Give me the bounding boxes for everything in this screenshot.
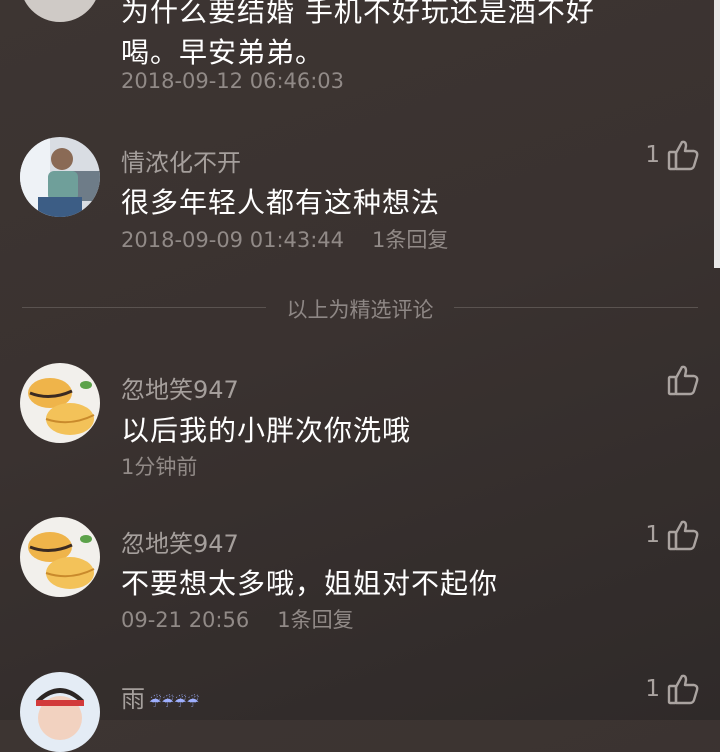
like-count: 1 [645, 522, 660, 548]
comment-time: 2018-09-12 06:46:03 [121, 69, 345, 93]
comment-username[interactable]: 忽地笑947 [121, 370, 239, 405]
like-button[interactable]: 1 [645, 138, 700, 172]
comment-time: 2018-09-09 01:43:44 [121, 228, 345, 252]
comment-username[interactable]: 情浓化不开 [121, 143, 241, 178]
like-count: 1 [645, 142, 660, 168]
comment-time: 1分钟前 [121, 455, 198, 479]
divider-label: 以上为精选评论 [286, 298, 434, 322]
avatar[interactable] [20, 672, 100, 752]
comment-text: 以后我的小胖次你洗哦 [121, 414, 412, 447]
like-button[interactable] [660, 363, 700, 397]
scrollbar[interactable] [714, 0, 720, 268]
like-count: 1 [645, 676, 660, 702]
like-button[interactable]: 1 [645, 518, 700, 552]
comment-username[interactable]: 雨 ☔☔☔☔ [121, 679, 199, 714]
comment-meta: 2018-09-09 01:43:44 1条回复 [121, 224, 448, 254]
thumbs-up-icon [667, 520, 699, 551]
username-text: 雨 [121, 685, 145, 713]
like-button[interactable]: 1 [645, 672, 700, 706]
comment-username[interactable]: 忽地笑947 [121, 524, 239, 559]
comment-text: 为什么要结婚 手机不好玩还是酒不好 [121, 0, 595, 28]
featured-divider: 以上为精选评论 [22, 298, 698, 322]
thumbs-up-icon [667, 140, 699, 171]
comment-time: 09-21 20:56 [121, 608, 250, 632]
divider-line [454, 307, 698, 308]
comment-text: 喝。早安弟弟。 [121, 36, 325, 69]
comment-meta: 09-21 20:56 1条回复 [121, 604, 354, 634]
comment-text: 不要想太多哦，姐姐对不起你 [121, 567, 499, 600]
reply-count-link[interactable]: 1条回复 [372, 228, 448, 252]
thumbs-up-icon [667, 674, 699, 705]
avatar[interactable] [20, 517, 100, 597]
comment-text: 很多年轻人都有这种想法 [121, 186, 441, 219]
decorative-emoji-icon: ☔☔☔☔ [149, 695, 200, 711]
thumbs-up-icon [667, 365, 699, 396]
reply-count-link[interactable]: 1条回复 [277, 608, 353, 632]
avatar[interactable] [20, 363, 100, 443]
avatar[interactable] [20, 137, 100, 217]
avatar[interactable] [20, 0, 100, 22]
